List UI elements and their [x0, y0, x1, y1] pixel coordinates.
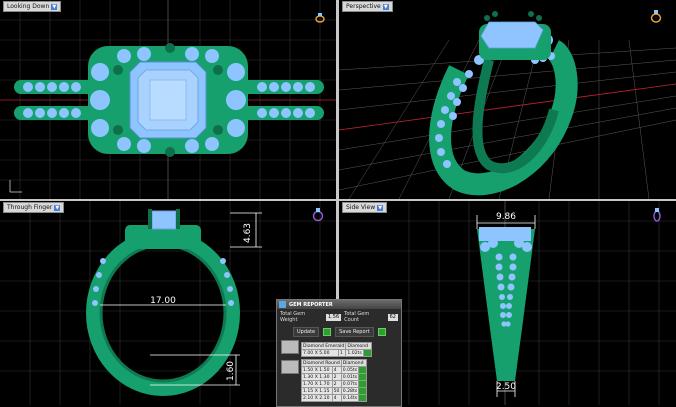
- gem-weight: 0.05ts: [340, 366, 360, 374]
- total-weight-value: 1.56: [326, 313, 342, 321]
- viewport-label-perspective[interactable]: Perspective ▼: [342, 1, 393, 12]
- table-row[interactable]: 1.30 X 1.30 2 0.01ts: [301, 373, 368, 381]
- viewport-label-text: Perspective: [346, 3, 381, 10]
- emerald-header-shape: Diamond Emerald: [300, 342, 347, 350]
- viewport-label-text: Looking Down: [7, 3, 50, 10]
- gem-size: 2.10 X 2.10: [301, 394, 333, 402]
- total-count-label: Total Gem Count: [344, 311, 370, 323]
- gem-count: 4: [331, 394, 342, 402]
- total-count-value: 62: [387, 313, 398, 321]
- gem-reporter-titlebar[interactable]: GEM REPORTER: [277, 300, 401, 309]
- gem-icon: [279, 301, 286, 308]
- gem-actions-row: Update Save Report: [277, 325, 401, 339]
- dim-top-height: 4.63: [243, 223, 253, 243]
- gem-reporter-title: GEM REPORTER: [289, 301, 333, 308]
- viewport-label-through-finger[interactable]: Through Finger ▼: [3, 202, 65, 213]
- viewport-label-text: Side View: [346, 204, 376, 211]
- ring-icon: [312, 208, 324, 222]
- gem-weight: 0.07ts: [340, 380, 360, 388]
- gem-size: 7.00 X 5.00: [301, 349, 339, 357]
- viewport-label-text: Through Finger: [7, 204, 53, 211]
- viewport-looking-down[interactable]: Looking Down ▼: [0, 0, 336, 199]
- total-weight-label: Total Gem Weight: [280, 311, 306, 323]
- emerald-gem-thumbnail: [281, 340, 299, 354]
- dim-top-width: 9.86: [496, 212, 516, 222]
- gem-weight: 0.01ts: [340, 373, 360, 381]
- ring-icon: [653, 208, 661, 222]
- viewport-label-looking-down[interactable]: Looking Down ▼: [3, 1, 62, 12]
- table-row[interactable]: 1.50 X 1.50 4 0.05ts: [301, 366, 368, 374]
- viewport-perspective[interactable]: Perspective ▼: [339, 0, 676, 199]
- gem-size: 1.70 X 1.70: [301, 380, 333, 388]
- save-report-button[interactable]: Save Report: [335, 327, 374, 337]
- table-row[interactable]: 1.15 X 1.15 50 0.28ts: [301, 387, 368, 395]
- row-checkbox[interactable]: [358, 380, 368, 388]
- gem-weight: 0.28ts: [340, 387, 360, 395]
- round-gem-table: Diamond Round Diamond 1.50 X 1.50 4 0.05…: [301, 359, 368, 402]
- gem-count: 2: [331, 380, 342, 388]
- gem-size: 1.50 X 1.50: [301, 366, 333, 374]
- perspective-canvas: [339, 11, 676, 199]
- row-checkbox[interactable]: [358, 387, 368, 395]
- chevron-down-icon: ▼: [51, 3, 58, 10]
- viewport-label-side-view[interactable]: Side View ▼: [342, 202, 388, 213]
- viewport-divider-horizontal[interactable]: [0, 199, 676, 201]
- gem-count: 4: [331, 366, 342, 374]
- row-checkbox[interactable]: [358, 373, 368, 381]
- gem-reporter-panel[interactable]: GEM REPORTER Total Gem Weight 1.56 Total…: [276, 299, 402, 407]
- gem-count: 50: [331, 387, 342, 395]
- table-row[interactable]: 7.00 X 5.00 1 1.02ts: [301, 349, 372, 357]
- update-checkbox[interactable]: [323, 328, 332, 336]
- emerald-header-type: Diamond: [345, 342, 372, 350]
- dim-bottom-thickness: 1.60: [226, 361, 236, 381]
- row-checkbox[interactable]: [358, 394, 368, 402]
- gem-weight: 1.02ts: [345, 349, 364, 357]
- looking-down-canvas: [0, 0, 336, 199]
- round-header-shape: Diamond Round: [301, 359, 342, 367]
- dim-inner-width: 17.00: [150, 296, 176, 306]
- ring-icon: [315, 13, 325, 23]
- table-row[interactable]: 1.70 X 1.70 2 0.07ts: [301, 380, 368, 388]
- chevron-down-icon: ▼: [54, 204, 61, 211]
- gem-totals-row: Total Gem Weight 1.56 Total Gem Count 62: [277, 309, 401, 325]
- chevron-down-icon: ▼: [382, 3, 389, 10]
- ring-icon: [650, 10, 662, 23]
- round-gem-thumbnail: [281, 360, 299, 374]
- row-checkbox[interactable]: [358, 366, 368, 374]
- gem-size: 1.30 X 1.30: [301, 373, 333, 381]
- emerald-gem-table: Diamond Emerald Diamond 7.00 X 5.00 1 1.…: [300, 342, 372, 357]
- round-header-type: Diamond: [340, 359, 368, 367]
- gem-count: 2: [331, 373, 342, 381]
- dim-bottom-width: 2.50: [496, 382, 516, 392]
- table-row[interactable]: 2.10 X 2.10 4 0.14ts: [301, 394, 368, 402]
- gem-count: 1: [337, 349, 347, 357]
- gem-weight: 0.14ts: [340, 394, 360, 402]
- gem-size: 1.15 X 1.15: [301, 387, 333, 395]
- update-button[interactable]: Update: [293, 327, 320, 337]
- save-report-checkbox[interactable]: [377, 328, 386, 336]
- row-checkbox[interactable]: [362, 349, 372, 357]
- chevron-down-icon: ▼: [377, 204, 384, 211]
